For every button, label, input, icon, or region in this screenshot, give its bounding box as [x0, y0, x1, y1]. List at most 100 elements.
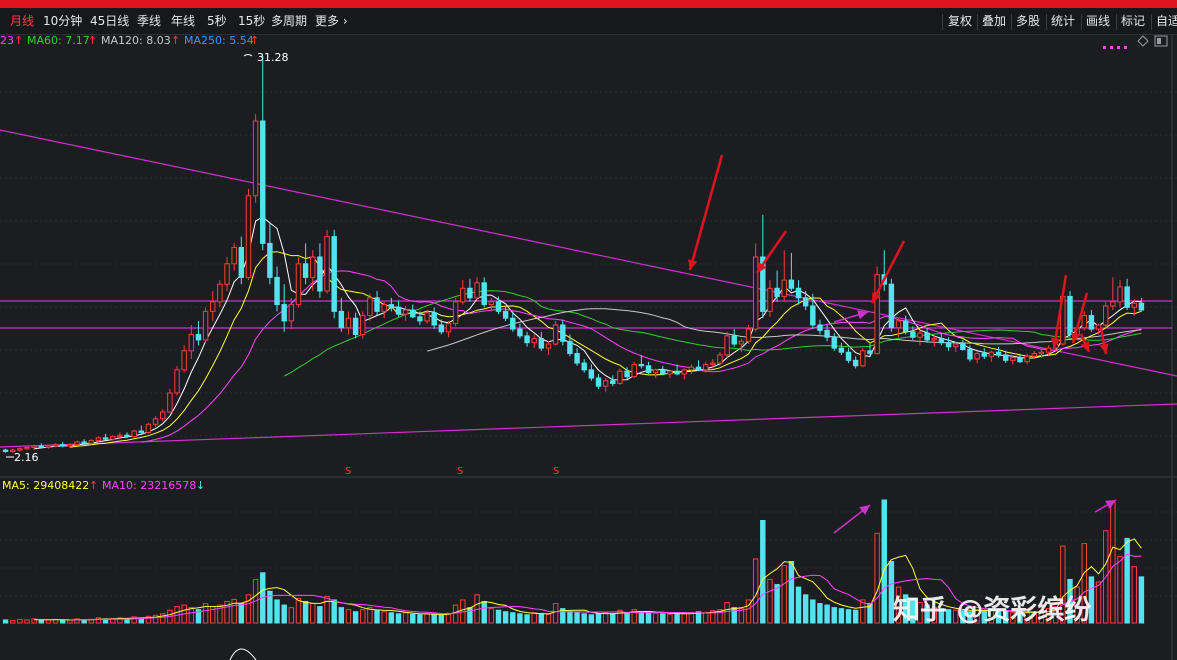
- candle-body: [888, 283, 895, 329]
- candle-body: [624, 370, 630, 378]
- volume-bar: [824, 604, 830, 624]
- candle-body: [460, 287, 466, 303]
- volume-bar: [624, 612, 630, 624]
- volume-bar: [388, 612, 395, 624]
- volume-bar: [1110, 502, 1116, 624]
- candlestick-chart: 23 ↑ MA60: 7.17 ↑ MA120: 8.03 ↑ MA250: 5…: [0, 34, 1177, 660]
- volume-bar: [81, 619, 87, 624]
- candle-body: [681, 369, 687, 375]
- candle-body: [588, 369, 595, 379]
- candle-body: [552, 324, 559, 345]
- volume-bar: [281, 604, 287, 624]
- watermark: 知乎 @资彩缤纷: [893, 594, 1091, 626]
- volume-bar: [467, 607, 473, 624]
- candle-body: [902, 320, 909, 333]
- candle-body: [474, 282, 480, 299]
- candle-body: [895, 320, 902, 329]
- candle-body: [1081, 314, 1087, 329]
- volume-bar: [38, 619, 45, 624]
- candle-body: [131, 430, 137, 437]
- candle-body: [1024, 355, 1030, 363]
- volume-bar: [517, 613, 523, 624]
- candle-body: [738, 340, 745, 345]
- volume-bar: [60, 619, 66, 624]
- candle-body: [952, 343, 959, 348]
- candle-body: [381, 304, 387, 312]
- candle-body: [567, 340, 573, 355]
- volume-bar: [338, 607, 345, 624]
- candle-body: [652, 369, 659, 374]
- candle-body: [17, 448, 23, 451]
- candle-body: [31, 445, 37, 448]
- volume-bar: [581, 613, 587, 624]
- low-price-label: 2.16: [14, 451, 39, 464]
- volume-bar: [288, 607, 295, 624]
- candle-body: [317, 256, 323, 292]
- candle-body: [924, 332, 930, 341]
- volume-bar: [810, 599, 816, 624]
- candle-body: [395, 306, 402, 315]
- settings-dots-icon[interactable]: [1103, 46, 1127, 49]
- volume-bar: [645, 612, 652, 624]
- candle-body: [310, 256, 316, 278]
- candle-body: [510, 317, 516, 330]
- candle-body: [560, 324, 566, 342]
- candle-body: [188, 334, 195, 352]
- volume-bar: [374, 610, 380, 624]
- volume-bar: [245, 594, 252, 624]
- volume-bar: [602, 612, 609, 624]
- volume-bar: [788, 561, 795, 624]
- volume-bar: [1131, 566, 1137, 624]
- candle-body: [410, 309, 416, 318]
- candle-body: [688, 366, 695, 371]
- candle-body: [602, 380, 609, 387]
- candle-body: [417, 316, 423, 322]
- candle-body: [260, 120, 266, 244]
- candle-body: [81, 441, 87, 444]
- volume-bar: [1117, 555, 1123, 624]
- volume-bar: [488, 608, 495, 624]
- candle-body: [1017, 357, 1023, 363]
- candle-body: [988, 351, 995, 357]
- volume-bar: [638, 611, 645, 624]
- candle-body: [610, 380, 616, 384]
- candle-body: [352, 317, 359, 336]
- volume-bar: [531, 612, 537, 624]
- volume-bar: [345, 609, 352, 624]
- candle-body: [860, 350, 866, 367]
- red-arrow: [688, 154, 724, 271]
- candle-body: [38, 445, 45, 448]
- candle-body: [167, 392, 173, 413]
- volume-bar: [874, 532, 880, 624]
- volume-bar: [481, 600, 487, 624]
- volume-bar: [524, 614, 530, 624]
- candle-body: [24, 446, 30, 450]
- volume-bar: [24, 619, 30, 624]
- candle-body: [524, 335, 530, 344]
- candle-body: [824, 329, 830, 338]
- volume-bar: [502, 611, 509, 624]
- candle-body: [238, 246, 245, 278]
- diamond-icon[interactable]: [1137, 35, 1149, 47]
- candle-body: [502, 310, 509, 319]
- candle-body: [788, 279, 795, 289]
- candle-body: [517, 328, 523, 337]
- candle-body: [831, 336, 837, 349]
- volume-bar: [1095, 581, 1102, 624]
- candle-body: [481, 282, 487, 306]
- volume-bar: [95, 617, 102, 624]
- volume-bar: [1138, 576, 1145, 624]
- vol-ma10-legend: MA10: 23216578: [102, 479, 196, 492]
- candle-body: [295, 263, 302, 306]
- candle-body: [338, 310, 345, 329]
- candle-body: [767, 287, 773, 312]
- candle-body: [388, 304, 395, 308]
- candle-body: [731, 335, 737, 345]
- volume-bar: [795, 586, 802, 624]
- volume-bar: [10, 619, 16, 624]
- volume-bar: [667, 613, 673, 624]
- volume-bar: [767, 578, 773, 624]
- high-price-label: 31.28: [257, 51, 289, 64]
- lower-indicator-curve: [229, 648, 257, 660]
- candle-body: [638, 363, 645, 367]
